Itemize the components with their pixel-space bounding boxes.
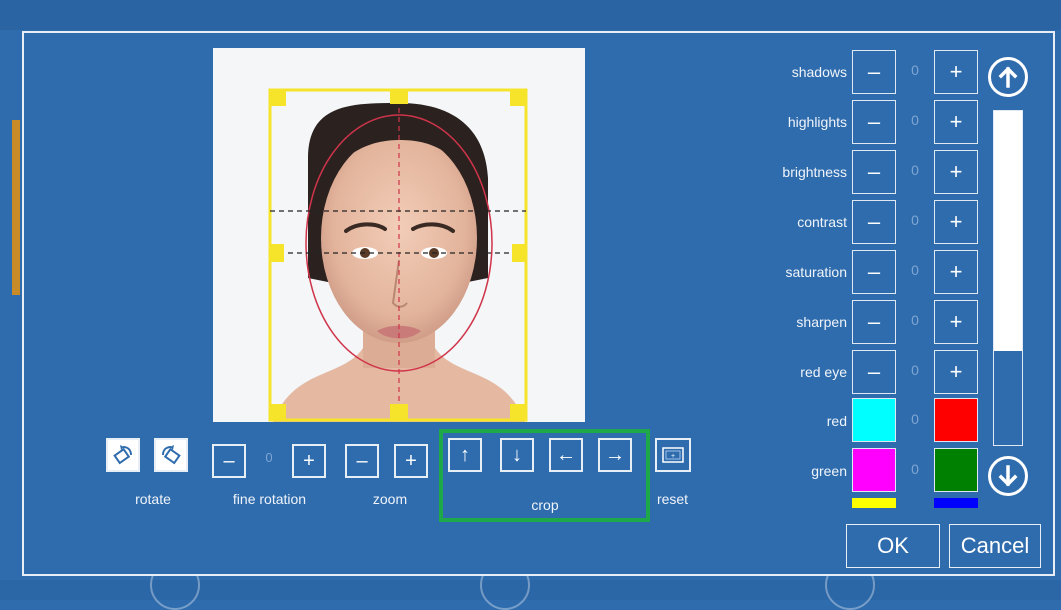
fine-rotation-minus-button[interactable]: – — [212, 444, 246, 478]
scrollbar-thumb[interactable] — [994, 111, 1022, 351]
brightness-label: brightness — [782, 164, 847, 180]
scrollbar-track[interactable] — [993, 110, 1023, 446]
background-title-ghost — [400, 2, 660, 26]
contrast-plus-button[interactable]: + — [934, 200, 978, 244]
reset-button[interactable]: + — [655, 438, 691, 472]
rotate-label: rotate — [135, 491, 171, 507]
green-minus-swatch[interactable] — [852, 448, 896, 492]
zoom-out-button[interactable]: – — [345, 444, 379, 478]
red-eye-plus-button[interactable]: + — [934, 350, 978, 394]
rotate-right-button[interactable] — [154, 438, 188, 472]
cancel-button[interactable]: Cancel — [949, 524, 1041, 568]
red-eye-value: 0 — [911, 362, 919, 378]
blue-plus-swatch[interactable] — [934, 498, 978, 508]
brightness-value: 0 — [911, 162, 919, 178]
crop-up-button[interactable]: ↑ — [448, 438, 482, 472]
fine-rotation-label: fine rotation — [232, 491, 307, 507]
shadows-value: 0 — [911, 62, 919, 78]
sharpen-value: 0 — [911, 312, 919, 328]
contrast-label: contrast — [797, 214, 847, 230]
sharpen-label: sharpen — [796, 314, 847, 330]
saturation-minus-button[interactable]: – — [852, 250, 896, 294]
saturation-plus-button[interactable]: + — [934, 250, 978, 294]
brightness-plus-button[interactable]: + — [934, 150, 978, 194]
crop-left-button[interactable]: ← — [549, 438, 583, 472]
scroll-up-button[interactable] — [988, 57, 1028, 97]
reset-label: reset — [656, 491, 689, 507]
fine-rotation-plus-button[interactable]: + — [292, 444, 326, 478]
highlights-plus-button[interactable]: + — [934, 100, 978, 144]
sharpen-minus-button[interactable]: – — [852, 300, 896, 344]
fine-rotation-value: 0 — [265, 450, 273, 465]
shadows-label: shadows — [791, 64, 847, 80]
arrow-down-icon — [998, 465, 1018, 487]
red-value: 0 — [911, 411, 919, 427]
brightness-minus-button[interactable]: – — [852, 150, 896, 194]
sharpen-plus-button[interactable]: + — [934, 300, 978, 344]
red-eye-label: red eye — [800, 364, 847, 380]
ok-button[interactable]: OK — [846, 524, 940, 568]
red-plus-swatch[interactable] — [934, 398, 978, 442]
crop-right-button[interactable]: → — [598, 438, 632, 472]
green-plus-swatch[interactable] — [934, 448, 978, 492]
svg-text:+: + — [671, 453, 675, 460]
contrast-minus-button[interactable]: – — [852, 200, 896, 244]
rotate-right-icon — [162, 445, 181, 465]
green-value: 0 — [911, 461, 919, 477]
blue-minus-swatch[interactable] — [852, 498, 896, 508]
crop-label: crop — [531, 497, 559, 513]
contrast-value: 0 — [911, 212, 919, 228]
background-edge — [12, 120, 20, 295]
highlights-value: 0 — [911, 112, 919, 128]
saturation-value: 0 — [911, 262, 919, 278]
rotate-left-icon — [113, 445, 132, 465]
scroll-down-button[interactable] — [988, 456, 1028, 496]
photo-preview[interactable] — [213, 48, 585, 422]
red-minus-swatch[interactable] — [852, 398, 896, 442]
red-eye-minus-button[interactable]: – — [852, 350, 896, 394]
highlights-minus-button[interactable]: – — [852, 100, 896, 144]
shadows-minus-button[interactable]: – — [852, 50, 896, 94]
rotate-left-button[interactable] — [106, 438, 140, 472]
reset-icon: + — [662, 447, 684, 463]
red-label: red — [826, 413, 847, 429]
shadows-plus-button[interactable]: + — [934, 50, 978, 94]
highlights-label: highlights — [787, 114, 847, 130]
saturation-label: saturation — [785, 264, 847, 280]
zoom-label: zoom — [372, 491, 408, 507]
zoom-in-button[interactable]: + — [394, 444, 428, 478]
green-label: green — [811, 463, 847, 479]
crop-down-button[interactable]: ↓ — [500, 438, 534, 472]
face-photo — [268, 88, 528, 422]
arrow-up-icon — [998, 66, 1018, 88]
